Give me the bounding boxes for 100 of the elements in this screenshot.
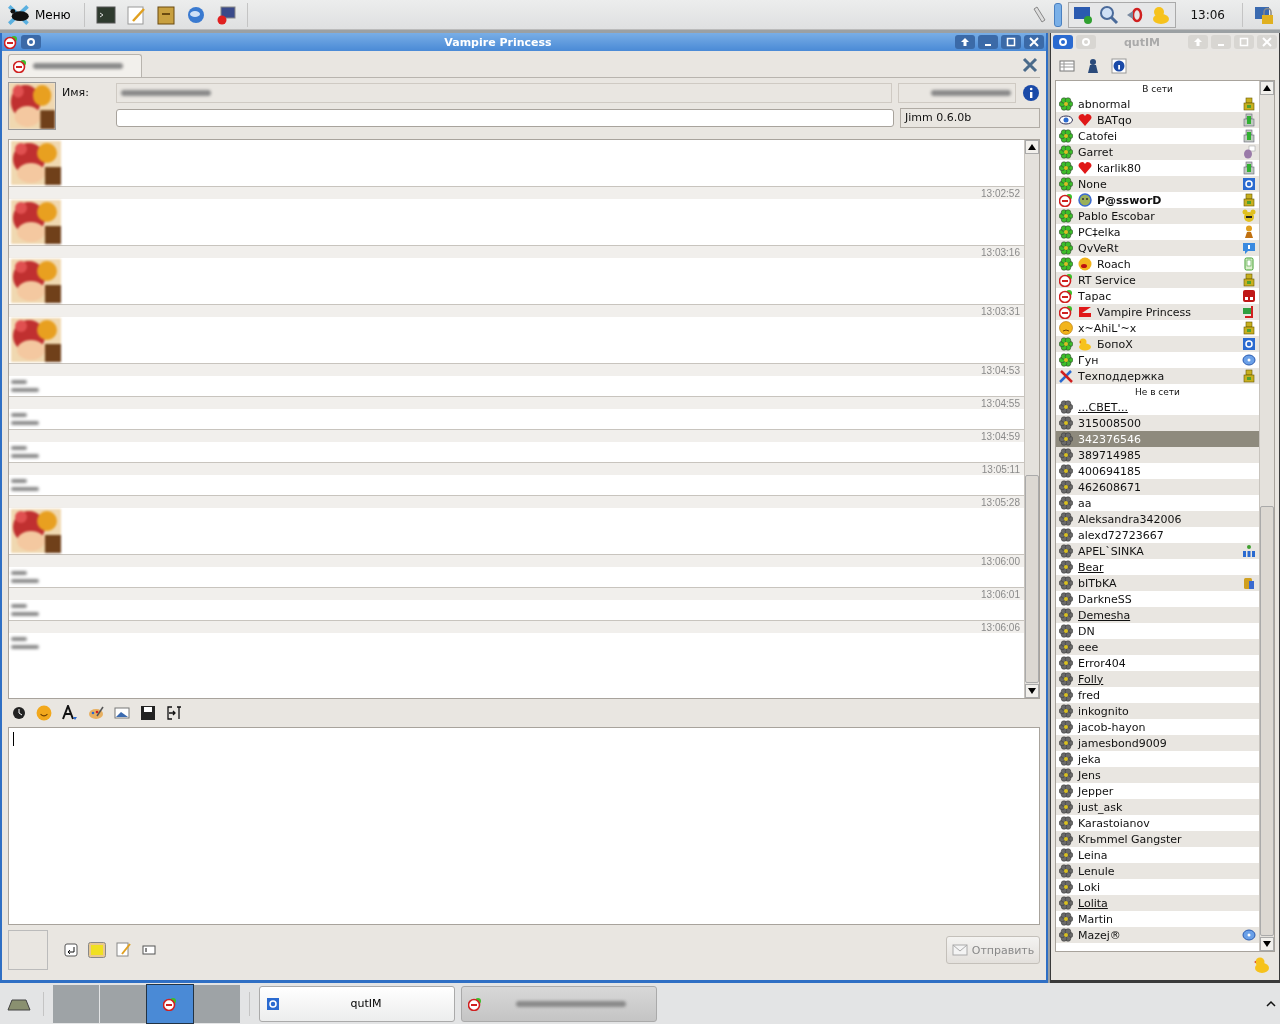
contact-row[interactable]: fred [1056,687,1259,703]
contact-row[interactable]: Krьmmel Gangster [1056,831,1259,847]
enter-key-button[interactable] [64,943,78,957]
contact-row[interactable]: None [1056,176,1259,192]
window-title: Vampire Princess [443,35,553,49]
contact-row[interactable]: jamesbond9009 [1056,735,1259,751]
contact-row[interactable]: Тарас [1056,288,1259,304]
info-button[interactable] [1111,58,1127,74]
contact-row[interactable]: Техподдержка [1056,368,1259,384]
flower-icon [1059,704,1073,718]
taskbar-button[interactable] [461,985,657,1022]
desktop-switcher[interactable] [147,984,193,1023]
contact-row[interactable]: aa [1056,495,1259,511]
scrollbar[interactable] [1259,81,1274,951]
contact-row[interactable]: ...СВЕТ... [1056,399,1259,415]
chat-tab[interactable] [8,54,142,77]
contact-row[interactable]: abnormal [1056,96,1259,112]
window-menu-button[interactable] [1053,35,1073,49]
contact-row[interactable]: 389714985 [1056,447,1259,463]
contact-row[interactable]: inkognito [1056,703,1259,719]
contact-row[interactable]: Jens [1056,767,1259,783]
bird-icon [1242,145,1256,159]
contact-row[interactable]: jeka [1056,751,1259,767]
contact-row[interactable]: Martin [1056,911,1259,927]
contact-row[interactable]: Mazej® [1056,927,1259,943]
contact-row[interactable]: Pablo Escobar [1056,208,1259,224]
contact-row[interactable]: Leina [1056,847,1259,863]
contact-row[interactable]: 462608671 [1056,479,1259,495]
contact-row[interactable]: eee [1056,639,1259,655]
desktop-switcher[interactable] [194,984,240,1023]
emoticons-button[interactable] [36,705,52,721]
expand-button[interactable] [1266,999,1276,1008]
down-arrow-icon [1263,941,1271,947]
close-button[interactable] [1024,35,1044,49]
na-badge-icon [468,996,482,1011]
color-button[interactable] [88,705,104,721]
history-button[interactable] [12,706,26,720]
contact-row[interactable]: Bear [1056,559,1259,575]
contact-row[interactable]: P@ssworD [1056,192,1259,208]
contact-row[interactable]: Folly [1056,671,1259,687]
scroll-down-button[interactable] [1260,937,1274,951]
contact-row[interactable]: APEL`SINKA [1056,543,1259,559]
group-header[interactable]: В сети [1056,81,1259,96]
contact-row[interactable]: BATqo [1056,112,1259,128]
contact-row[interactable]: 400694185 [1056,463,1259,479]
contact-row[interactable]: Demesha [1056,607,1259,623]
group-header[interactable]: Не в сети [1056,384,1259,399]
contact-row[interactable]: Garret [1056,144,1259,160]
contact-row[interactable]: QvVeRt [1056,240,1259,256]
contact-row[interactable]: DN [1056,623,1259,639]
toggle-button[interactable] [142,943,156,957]
font-button[interactable] [62,705,78,721]
panel-handle[interactable] [1054,2,1063,27]
message-input[interactable] [8,727,1040,925]
scroll-up-button[interactable] [1260,81,1274,95]
contact-row[interactable]: Lolita [1056,895,1259,911]
contact-row[interactable]: Catofei [1056,128,1259,144]
contact-row[interactable]: Aleksandra342006 [1056,511,1259,527]
search-icon [1099,4,1120,25]
contact-row[interactable]: jacob-hayon [1056,719,1259,735]
contact-row[interactable]: Loki [1056,879,1259,895]
contact-row[interactable]: alexd72723667 [1056,527,1259,543]
quote-button[interactable] [88,942,106,958]
image-button[interactable] [114,705,130,721]
flower-icon [1059,896,1073,910]
desktop-switcher[interactable] [100,984,146,1023]
contact-row[interactable]: Гун [1056,352,1259,368]
desktop-switcher[interactable] [53,984,99,1023]
minimize-button[interactable] [978,35,998,49]
contact-row[interactable]: Error404 [1056,655,1259,671]
flower-icon [1059,752,1073,766]
contact-row[interactable]: RT Service [1056,272,1259,288]
save-button[interactable] [140,705,156,721]
scrollbar[interactable] [1024,140,1039,698]
scroll-up-button[interactable] [1025,140,1039,154]
contact-row[interactable]: Karastoianov [1056,815,1259,831]
contacts-button[interactable] [1085,58,1101,74]
contact-row[interactable]: Roach [1056,256,1259,272]
taskbar-button[interactable]: qutIM [259,985,455,1022]
contact-row[interactable]: Vampire Princess [1056,304,1259,320]
contact-row[interactable]: x~AhiL'~x [1056,320,1259,336]
contact-row[interactable]: 315008500 [1056,415,1259,431]
flower-icon [1059,928,1073,942]
contact-row[interactable]: Jepper [1056,783,1259,799]
contact-row[interactable]: just_ask [1056,799,1259,815]
contact-row[interactable]: Lenule [1056,863,1259,879]
scroll-down-button[interactable] [1025,684,1039,698]
maximize-button[interactable] [1001,35,1021,49]
send-file-button[interactable] [166,705,182,721]
status-message-field[interactable] [116,108,894,127]
info-button[interactable] [1022,83,1040,102]
contact-row[interactable]: DarkneSS [1056,591,1259,607]
window-menu-button[interactable] [21,35,41,49]
contact-row[interactable]: PC‡elka [1056,224,1259,240]
menu-button[interactable]: Меню [4,3,75,26]
shade-button[interactable] [955,35,975,49]
contact-row[interactable]: bITbKA [1056,575,1259,591]
contact-row[interactable]: БопоX [1056,336,1259,352]
contact-row[interactable]: karlik80 [1056,160,1259,176]
ring-icon [1081,37,1091,47]
